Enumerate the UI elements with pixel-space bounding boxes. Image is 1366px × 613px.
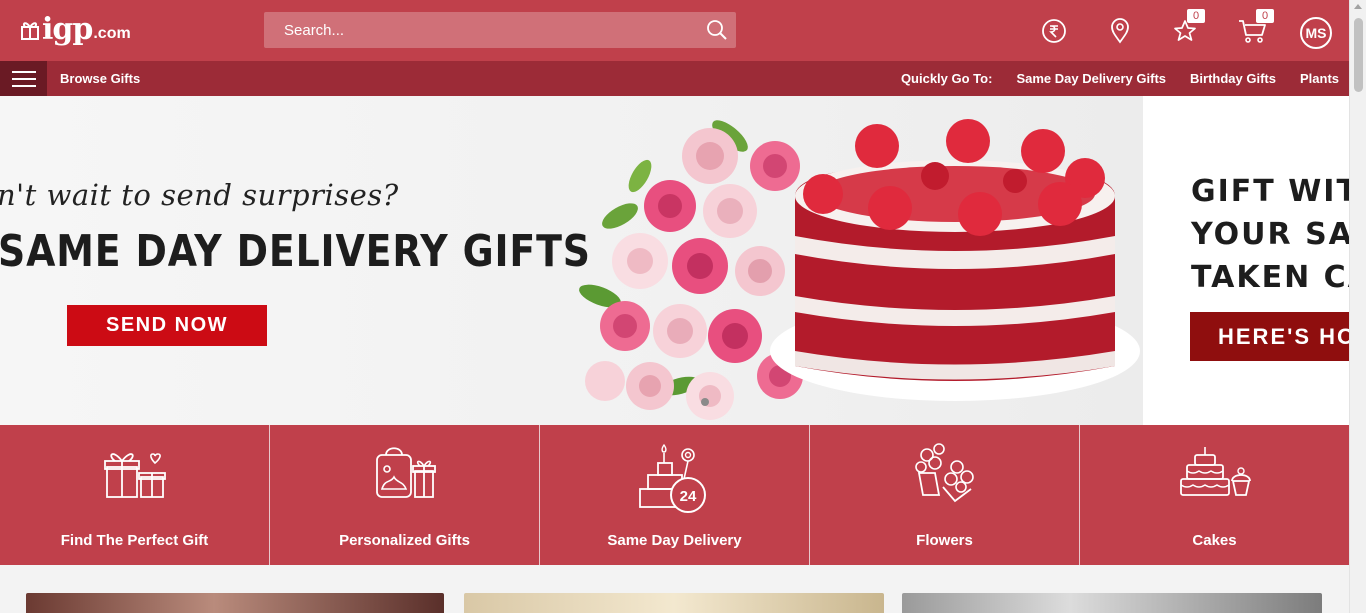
- category-strip: Find The Perfect Gift Personalized Gifts: [0, 425, 1349, 565]
- next-slide-headline: GIFT WIT YOUR SA TAKEN CA: [1191, 170, 1349, 299]
- quick-link-birthday[interactable]: Birthday Gifts: [1190, 71, 1276, 86]
- quick-links: Quickly Go To: Same Day Delivery Gifts B…: [901, 71, 1339, 86]
- currency-button[interactable]: [1040, 17, 1068, 45]
- top-header: igp .com 0: [0, 0, 1349, 61]
- hamburger-line: [11, 84, 36, 87]
- hero-banner[interactable]: n't wait to send surprises? SAME DAY DEL…: [0, 96, 1349, 425]
- category-find-perfect-gift[interactable]: Find The Perfect Gift: [0, 425, 270, 565]
- sub-navigation: Browse Gifts Quickly Go To: Same Day Del…: [0, 61, 1349, 96]
- page-scrollbar[interactable]: [1349, 0, 1366, 613]
- next-slide-line: YOUR SA: [1191, 217, 1349, 252]
- search-input[interactable]: [264, 12, 694, 48]
- category-flowers[interactable]: Flowers: [810, 425, 1080, 565]
- wishlist-count-badge: 0: [1187, 9, 1205, 23]
- cake-icon: [1179, 447, 1251, 496]
- category-label: Cakes: [1192, 532, 1237, 549]
- send-now-button[interactable]: SEND NOW: [67, 305, 267, 346]
- cart-count-badge: 0: [1256, 9, 1274, 23]
- browse-gifts-link[interactable]: Browse Gifts: [60, 71, 140, 86]
- page: igp .com 0: [0, 0, 1349, 613]
- banner-tagline: n't wait to send surprises?: [0, 178, 399, 212]
- quick-links-label: Quickly Go To:: [900, 71, 993, 86]
- site-logo[interactable]: igp .com: [20, 12, 131, 48]
- rupee-icon: [1042, 19, 1066, 43]
- quick-link-same-day[interactable]: Same Day Delivery Gifts: [1016, 71, 1166, 86]
- category-personalized-gifts[interactable]: Personalized Gifts: [270, 425, 540, 565]
- user-avatar[interactable]: MS: [1300, 17, 1332, 49]
- promo-card[interactable]: [902, 593, 1322, 613]
- next-slide-line: GIFT WIT: [1191, 174, 1349, 209]
- cart-button[interactable]: 0: [1236, 9, 1274, 45]
- wishlist-button[interactable]: 0: [1171, 9, 1205, 45]
- next-slide-line: TAKEN CA: [1191, 260, 1349, 295]
- category-label: Same Day Delivery: [607, 532, 742, 549]
- flower-bouquet-icon: [914, 443, 974, 503]
- scrollbar-thumb[interactable]: [1354, 18, 1363, 92]
- 24-label: 24: [679, 488, 696, 505]
- location-pin-icon: [1111, 18, 1129, 44]
- category-cakes[interactable]: Cakes: [1080, 425, 1349, 565]
- category-label: Find The Perfect Gift: [60, 532, 209, 549]
- category-label: Flowers: [916, 532, 973, 549]
- search-icon[interactable]: [706, 19, 728, 41]
- hamburger-line: [11, 70, 36, 73]
- search-bar: [264, 12, 736, 48]
- menu-button[interactable]: [0, 61, 47, 96]
- 24-hour-delivery-icon: 24: [638, 443, 706, 513]
- logo-text: igp: [42, 12, 93, 47]
- logo-suffix: .com: [93, 25, 131, 42]
- scroll-up-arrow-icon[interactable]: [1354, 4, 1362, 9]
- banner-headline: SAME DAY DELIVERY GIFTS: [0, 226, 591, 277]
- hamburger-line: [11, 77, 36, 80]
- quick-link-plants[interactable]: Plants: [1300, 71, 1339, 86]
- carousel-dot[interactable]: [701, 398, 709, 406]
- category-same-day-delivery[interactable]: 24 Same Day Delivery: [540, 425, 810, 565]
- red-velvet-cake-image: [770, 119, 1140, 401]
- heres-how-button[interactable]: HERE'S HO: [1190, 312, 1349, 361]
- location-button[interactable]: [1106, 17, 1134, 45]
- category-label: Personalized Gifts: [339, 532, 470, 549]
- personalized-bag-icon: [375, 447, 436, 498]
- gift-logo-icon: [21, 22, 39, 40]
- promo-card[interactable]: [464, 593, 884, 613]
- gift-boxes-icon: [103, 453, 166, 498]
- promo-card[interactable]: [26, 593, 444, 613]
